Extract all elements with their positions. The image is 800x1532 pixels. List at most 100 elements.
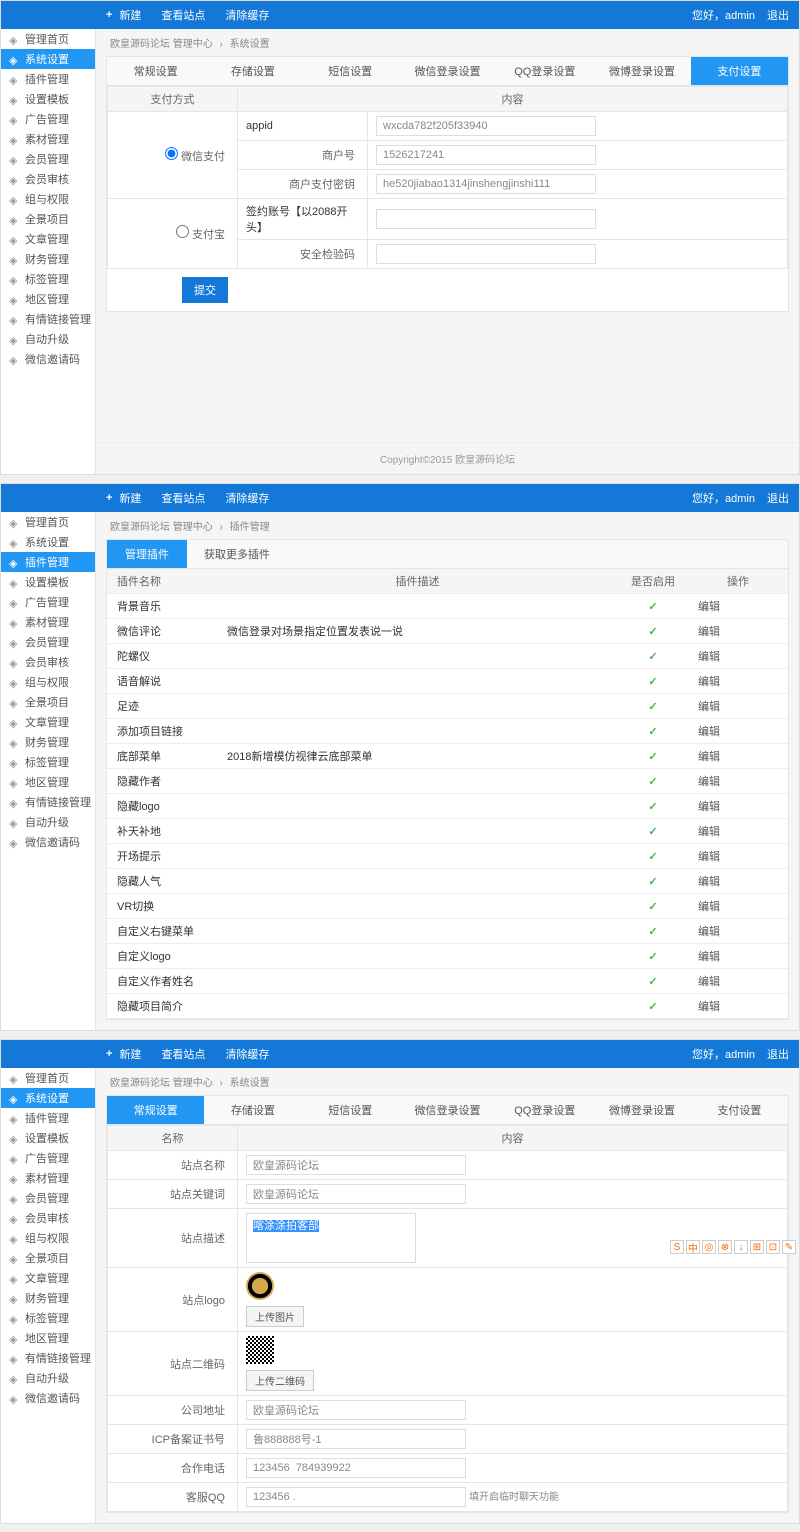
edit-link[interactable]: 编辑 <box>698 726 720 738</box>
seccode-input[interactable] <box>376 244 596 264</box>
ime-icon[interactable]: ◎ <box>702 1240 716 1254</box>
sidebar-item[interactable]: ◈自动升级 <box>1 812 95 832</box>
logout-button[interactable]: 退出 <box>767 7 789 23</box>
tab[interactable]: 微信登录设置 <box>399 57 496 85</box>
edit-link[interactable]: 编辑 <box>698 701 720 713</box>
sidebar-item[interactable]: ◈素材管理 <box>1 1168 95 1188</box>
clear-cache-button[interactable]: 清除缓存 <box>225 7 269 23</box>
qq-input[interactable] <box>246 1487 466 1507</box>
sidebar-item[interactable]: ◈会员审核 <box>1 169 95 189</box>
sidebar-item[interactable]: ◈设置模板 <box>1 89 95 109</box>
edit-link[interactable]: 编辑 <box>698 926 720 938</box>
alipay-radio[interactable] <box>176 225 189 238</box>
edit-link[interactable]: 编辑 <box>698 801 720 813</box>
edit-link[interactable]: 编辑 <box>698 676 720 688</box>
sidebar-item[interactable]: ◈全景项目 <box>1 1248 95 1268</box>
sidebar-item[interactable]: ◈文章管理 <box>1 1268 95 1288</box>
sidebar-item[interactable]: ◈素材管理 <box>1 129 95 149</box>
sidebar-item[interactable]: ◈组与权限 <box>1 1228 95 1248</box>
sidebar-item[interactable]: ◈财务管理 <box>1 732 95 752</box>
edit-link[interactable]: 编辑 <box>698 1001 720 1013</box>
sidebar-item[interactable]: ◈会员管理 <box>1 632 95 652</box>
sidebar-item[interactable]: ◈有情链接管理 <box>1 792 95 812</box>
tab[interactable]: 短信设置 <box>302 1096 399 1124</box>
appid-input[interactable] <box>376 116 596 136</box>
sidebar-item[interactable]: ◈会员审核 <box>1 652 95 672</box>
mchid-input[interactable] <box>376 145 596 165</box>
edit-link[interactable]: 编辑 <box>698 826 720 838</box>
new-button[interactable]: 新建 <box>106 1046 141 1062</box>
tab-manage-plugins[interactable]: 管理插件 <box>107 540 187 568</box>
ime-icon[interactable]: 中 <box>686 1240 700 1254</box>
submit-button[interactable]: 提交 <box>182 277 228 303</box>
ime-icon[interactable]: ⊗ <box>718 1240 732 1254</box>
sitename-input[interactable] <box>246 1155 466 1175</box>
tab[interactable]: 存储设置 <box>204 1096 301 1124</box>
sidebar-item[interactable]: ◈全景项目 <box>1 209 95 229</box>
sidebar-item[interactable]: ◈插件管理 <box>1 69 95 89</box>
sidebar-item[interactable]: ◈系统设置 <box>1 1088 95 1108</box>
sidebar-item[interactable]: ◈管理首页 <box>1 1068 95 1088</box>
sidebar-item[interactable]: ◈管理首页 <box>1 29 95 49</box>
edit-link[interactable]: 编辑 <box>698 626 720 638</box>
sidebar-item[interactable]: ◈地区管理 <box>1 289 95 309</box>
edit-link[interactable]: 编辑 <box>698 851 720 863</box>
sidebar-item[interactable]: ◈财务管理 <box>1 1288 95 1308</box>
edit-link[interactable]: 编辑 <box>698 976 720 988</box>
sidebar-item[interactable]: ◈广告管理 <box>1 592 95 612</box>
icp-input[interactable] <box>246 1429 466 1449</box>
sidebar-item[interactable]: ◈文章管理 <box>1 712 95 732</box>
sidebar-item[interactable]: ◈有情链接管理 <box>1 1348 95 1368</box>
sidebar-item[interactable]: ◈素材管理 <box>1 612 95 632</box>
partner-input[interactable] <box>376 209 596 229</box>
sidebar-item[interactable]: ◈组与权限 <box>1 189 95 209</box>
sidebar-item[interactable]: ◈微信邀请码 <box>1 1388 95 1408</box>
tab[interactable]: 微博登录设置 <box>593 1096 690 1124</box>
sidebar-item[interactable]: ◈系统设置 <box>1 49 95 69</box>
sidebar-item[interactable]: ◈设置模板 <box>1 1128 95 1148</box>
tab[interactable]: 短信设置 <box>302 57 399 85</box>
edit-link[interactable]: 编辑 <box>698 651 720 663</box>
tab[interactable]: 支付设置 <box>691 1096 788 1124</box>
sidebar-item[interactable]: ◈设置模板 <box>1 572 95 592</box>
edit-link[interactable]: 编辑 <box>698 876 720 888</box>
sidebar-item[interactable]: ◈标签管理 <box>1 1308 95 1328</box>
sidebar-item[interactable]: ◈广告管理 <box>1 109 95 129</box>
sidebar-item[interactable]: ◈全景项目 <box>1 692 95 712</box>
upload-qr-button[interactable]: 上传二维码 <box>246 1370 314 1391</box>
clear-cache-button[interactable]: 清除缓存 <box>225 490 269 506</box>
sidebar-item[interactable]: ◈组与权限 <box>1 672 95 692</box>
sidebar-item[interactable]: ◈微信邀请码 <box>1 832 95 852</box>
edit-link[interactable]: 编辑 <box>698 951 720 963</box>
sidebar-item[interactable]: ◈文章管理 <box>1 229 95 249</box>
mchkey-input[interactable] <box>376 174 596 194</box>
view-site-button[interactable]: 查看站点 <box>161 490 205 506</box>
sidebar-item[interactable]: ◈地区管理 <box>1 1328 95 1348</box>
view-site-button[interactable]: 查看站点 <box>161 7 205 23</box>
ime-icon[interactable]: S <box>670 1240 684 1254</box>
new-button[interactable]: 新建 <box>106 7 141 23</box>
addr-input[interactable] <box>246 1400 466 1420</box>
tab[interactable]: QQ登录设置 <box>496 57 593 85</box>
ime-icon[interactable]: ↓ <box>734 1240 748 1254</box>
sidebar-item[interactable]: ◈广告管理 <box>1 1148 95 1168</box>
logout-button[interactable]: 退出 <box>767 1046 789 1062</box>
ime-icon[interactable]: ⊡ <box>766 1240 780 1254</box>
sidebar-item[interactable]: ◈会员审核 <box>1 1208 95 1228</box>
tab[interactable]: 微博登录设置 <box>593 57 690 85</box>
keywords-input[interactable] <box>246 1184 466 1204</box>
tab[interactable]: 常规设置 <box>107 1096 204 1124</box>
sidebar-item[interactable]: ◈标签管理 <box>1 269 95 289</box>
sidebar-item[interactable]: ◈插件管理 <box>1 1108 95 1128</box>
sidebar-item[interactable]: ◈自动升级 <box>1 329 95 349</box>
logout-button[interactable]: 退出 <box>767 490 789 506</box>
ime-icon[interactable]: ⊞ <box>750 1240 764 1254</box>
tab[interactable]: 存储设置 <box>204 57 301 85</box>
sidebar-item[interactable]: ◈有情链接管理 <box>1 309 95 329</box>
sidebar-item[interactable]: ◈财务管理 <box>1 249 95 269</box>
sidebar-item[interactable]: ◈微信邀请码 <box>1 349 95 369</box>
tab[interactable]: 支付设置 <box>691 57 788 85</box>
sidebar-item[interactable]: ◈自动升级 <box>1 1368 95 1388</box>
tab[interactable]: 微信登录设置 <box>399 1096 496 1124</box>
view-site-button[interactable]: 查看站点 <box>161 1046 205 1062</box>
